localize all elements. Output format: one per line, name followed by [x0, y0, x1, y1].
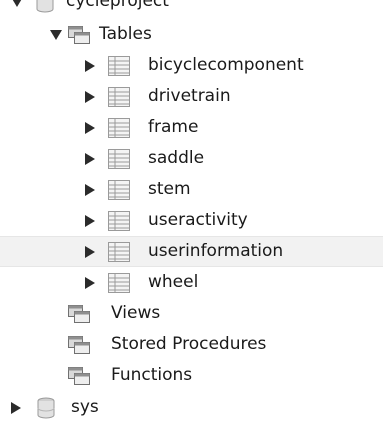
triangle-right-icon[interactable]	[9, 401, 23, 415]
database-icon	[37, 397, 55, 419]
table-label: wheel	[148, 272, 199, 292]
sys-label: sys	[71, 397, 99, 417]
views-label: Views	[111, 303, 161, 323]
tree-node-sys[interactable]: sys	[0, 392, 383, 422]
triangle-right-icon[interactable]	[83, 152, 97, 166]
tree-node-cycleproject[interactable]: cycleproject	[0, 0, 383, 17]
folder-icon	[68, 366, 90, 385]
table-row[interactable]: saddle	[0, 143, 383, 174]
triangle-right-icon[interactable]	[83, 59, 97, 73]
table-icon	[108, 272, 130, 293]
triangle-right-icon[interactable]	[83, 90, 97, 104]
triangle-right-icon[interactable]	[83, 183, 97, 197]
table-row[interactable]: bicyclecomponent	[0, 50, 383, 81]
triangle-right-icon[interactable]	[83, 121, 97, 135]
table-label: saddle	[148, 148, 205, 168]
triangle-right-icon[interactable]	[83, 276, 97, 290]
table-icon	[108, 55, 130, 76]
triangle-right-icon[interactable]	[83, 214, 97, 228]
table-icon	[108, 210, 130, 231]
table-icon	[108, 86, 130, 107]
triangle-down-icon[interactable]	[49, 28, 63, 42]
stored-procedures-label: Stored Procedures	[111, 334, 267, 354]
folder-icon	[68, 335, 90, 354]
triangle-right-icon[interactable]	[83, 245, 97, 259]
table-row[interactable]: drivetrain	[0, 81, 383, 112]
table-label: useractivity	[148, 210, 248, 230]
schema-navigator-tree: cycleproject Tables bicyclecomponent dri…	[0, 0, 383, 422]
tables-label: Tables	[99, 24, 152, 44]
table-label: frame	[148, 117, 199, 137]
database-icon	[36, 0, 54, 13]
table-icon	[108, 117, 130, 138]
tree-node-stored-procedures[interactable]: Stored Procedures	[0, 329, 383, 360]
tree-node-views[interactable]: Views	[0, 298, 383, 329]
functions-label: Functions	[111, 365, 193, 385]
table-label: bicyclecomponent	[148, 55, 304, 75]
table-row-selected[interactable]: userinformation	[0, 236, 383, 267]
table-icon	[108, 241, 130, 262]
folder-icon	[68, 304, 90, 323]
tree-node-functions[interactable]: Functions	[0, 360, 383, 391]
table-label: stem	[148, 179, 191, 199]
table-row[interactable]: wheel	[0, 267, 383, 298]
table-label: drivetrain	[148, 86, 231, 106]
table-row[interactable]: stem	[0, 174, 383, 205]
tree-node-tables[interactable]: Tables	[0, 19, 383, 50]
table-icon	[108, 148, 130, 169]
triangle-down-icon[interactable]	[10, 0, 24, 9]
table-icon	[108, 179, 130, 200]
folder-icon	[68, 25, 90, 44]
table-row[interactable]: useractivity	[0, 205, 383, 236]
table-row[interactable]: frame	[0, 112, 383, 143]
schema-label: cycleproject	[66, 0, 169, 11]
table-label: userinformation	[148, 241, 284, 261]
